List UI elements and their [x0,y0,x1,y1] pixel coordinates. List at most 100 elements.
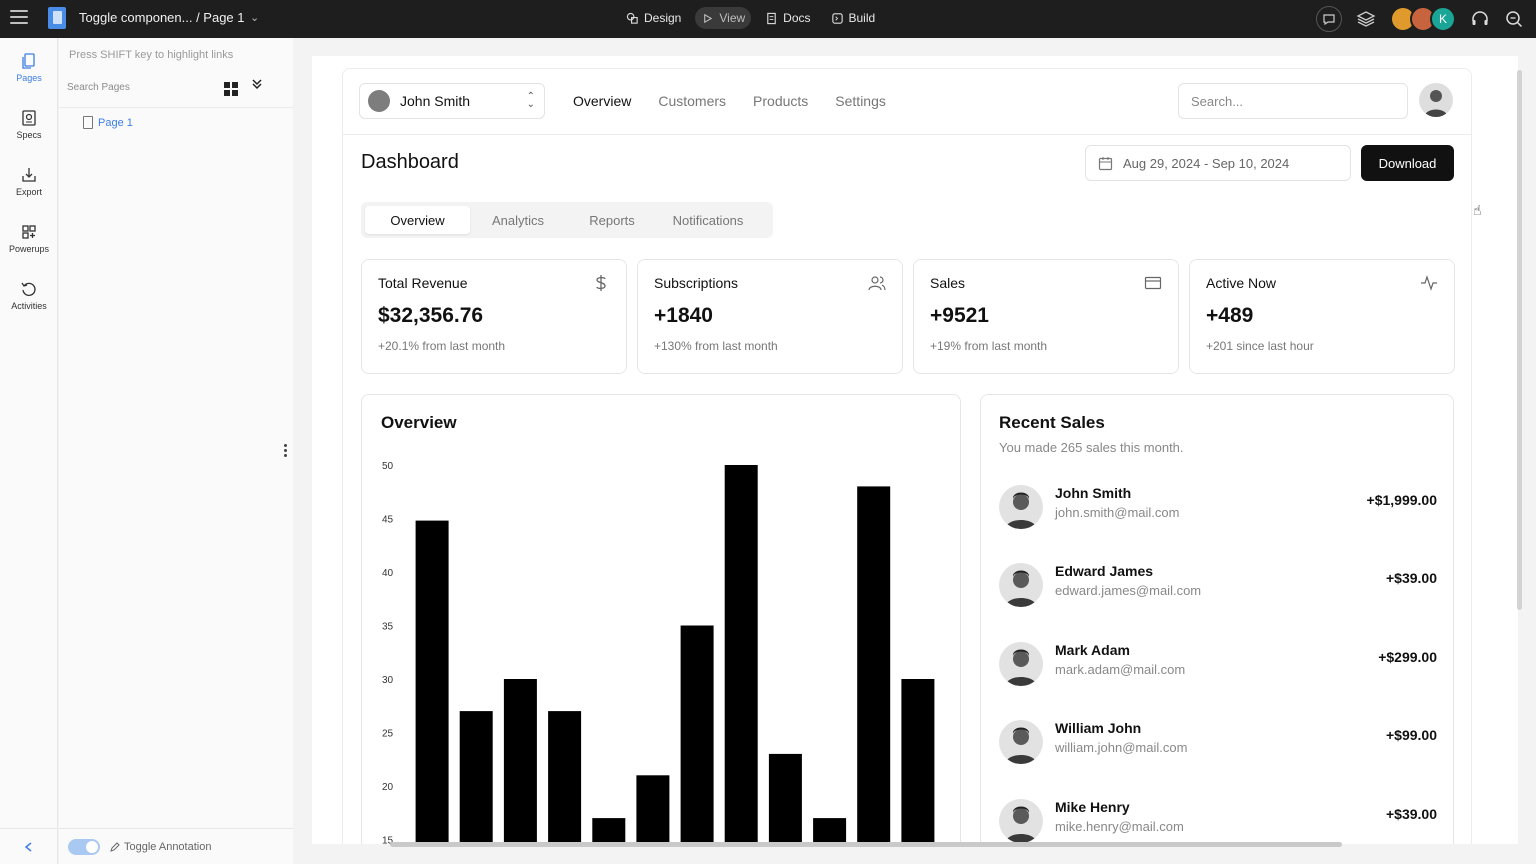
comments-button[interactable] [1316,6,1342,32]
mode-label: Design [644,11,682,25]
chart-bar[interactable] [415,520,449,844]
user-avatar[interactable] [1419,83,1453,117]
nav-settings[interactable]: Settings [835,93,886,109]
project-title[interactable]: Toggle componen... / Page 1 [79,10,245,25]
team-switcher[interactable]: John Smith ⌃ ⌄ [359,83,545,119]
tab-list: Overview Analytics Reports Notifications [361,202,773,238]
hamburger-menu-icon[interactable] [10,10,28,26]
chart-bar[interactable] [459,711,493,844]
recent-sales-subtitle: You made 265 sales this month. [999,440,1184,455]
chart-bar[interactable] [503,679,537,844]
y-tick-label: 50 [382,461,394,472]
chart-bar[interactable] [901,679,935,844]
chart-bar[interactable] [592,818,626,844]
collaborator-avatars[interactable]: K [1390,6,1456,32]
stat-value: +489 [1206,304,1254,327]
dollar-icon [596,275,606,291]
top-right-actions: K [1316,5,1524,33]
recent-sales-title: Recent Sales [999,413,1105,432]
tab-analytics[interactable]: Analytics [473,206,563,234]
horizontal-scrollbar[interactable] [390,842,1342,847]
zoom-icon[interactable] [1504,9,1524,29]
mode-view[interactable]: View [695,7,752,29]
design-icon [626,12,638,24]
sale-row[interactable]: Mike Henry mike.henry@mail.com +$39.00 [999,797,1437,844]
y-tick-label: 20 [382,782,394,793]
nav-overview[interactable]: Overview [573,93,631,109]
customer-email: mark.adam@mail.com [1055,662,1186,677]
chevron-down-icon[interactable]: ⌄ [250,11,259,24]
tab-notifications[interactable]: Notifications [657,206,759,234]
page-title: Dashboard [361,151,459,173]
sale-amount: +$39.00 [1386,570,1437,586]
chart-bar[interactable] [548,711,582,844]
vertical-scrollbar[interactable] [1517,70,1522,610]
chart-bar[interactable] [724,465,758,844]
page-list-item[interactable]: Page 1 [83,116,133,129]
y-tick-label: 40 [382,568,394,579]
tab-reports[interactable]: Reports [571,206,653,234]
rail-item-label: Pages [16,73,42,83]
panel-resize-handle[interactable] [284,444,287,459]
pages-panel: Press SHIFT key to highlight links Searc… [59,38,293,864]
customer-email: john.smith@mail.com [1055,505,1180,520]
annotation-toggle[interactable] [68,839,100,855]
y-tick-label: 45 [382,515,394,526]
customer-name: Mike Henry [1055,799,1130,815]
expand-all-icon[interactable] [251,78,263,93]
chart-bar[interactable] [636,775,670,844]
sale-row[interactable]: William John william.john@mail.com +$99.00 [999,718,1437,768]
activity-icon [1421,275,1437,291]
search-pages-input[interactable]: Search Pages [67,82,130,93]
layers-icon[interactable] [1356,9,1376,29]
sale-row[interactable]: John Smith john.smith@mail.com +$1,999.00 [999,483,1437,533]
collapse-panel-button[interactable] [0,828,58,864]
stat-value: +1840 [654,304,713,327]
chart-bar[interactable] [813,818,847,844]
y-tick-label: 25 [382,729,394,740]
app-navbar: John Smith ⌃ ⌄ Overview Customers Product… [343,69,1471,135]
sale-amount: +$299.00 [1378,649,1437,665]
customer-name: John Smith [1055,485,1132,501]
rail-item-activities[interactable]: Activities [0,280,58,311]
stat-value: +9521 [930,304,989,327]
stat-card-total-revenue: Total Revenue $32,356.76 +20.1% from las… [361,259,627,374]
headset-icon[interactable] [1470,9,1490,29]
grid-view-icon[interactable] [224,82,238,96]
build-icon [831,12,843,24]
page-file-icon [83,116,93,129]
chart-bar[interactable] [768,753,802,844]
chevron-up-down-icon: ⌃ ⌄ [526,91,535,110]
collaborator-avatar[interactable]: K [1430,6,1456,32]
divider [59,107,293,108]
chart-bar[interactable] [857,486,891,844]
download-button[interactable]: Download [1361,145,1454,181]
mode-design[interactable]: Design [620,7,687,29]
mode-build[interactable]: Build [825,7,882,29]
rail-item-specs[interactable]: Specs [0,109,58,140]
nav-customers[interactable]: Customers [658,93,726,109]
rail-item-export[interactable]: Export [0,166,58,197]
customer-avatar [999,720,1043,764]
customer-name: William John [1055,720,1142,736]
nav-products[interactable]: Products [753,93,808,109]
toggle-annotation-label[interactable]: Toggle Annotation [109,841,211,853]
search-input[interactable]: Search... [1178,83,1408,119]
stat-label: Sales [930,275,966,291]
sale-row[interactable]: Edward James edward.james@mail.com +$39.00 [999,561,1437,611]
rail-item-powerups[interactable]: Powerups [0,223,58,254]
hand-cursor-icon: ☝ [1473,202,1482,218]
stat-label: Total Revenue [378,275,468,291]
chart-bar[interactable] [680,625,714,845]
pen-icon [110,842,120,852]
mode-label: View [719,11,746,25]
mode-docs[interactable]: Docs [759,7,816,29]
rail-item-label: Export [15,187,42,197]
chevron-left-icon [24,841,32,852]
credit-card-icon [1144,276,1162,290]
sale-row[interactable]: Mark Adam mark.adam@mail.com +$299.00 [999,640,1437,690]
date-range-picker[interactable]: Aug 29, 2024 - Sep 10, 2024 [1085,145,1351,181]
customer-avatar [999,563,1043,607]
tab-overview[interactable]: Overview [365,206,470,234]
rail-item-pages[interactable]: Pages [0,52,58,83]
